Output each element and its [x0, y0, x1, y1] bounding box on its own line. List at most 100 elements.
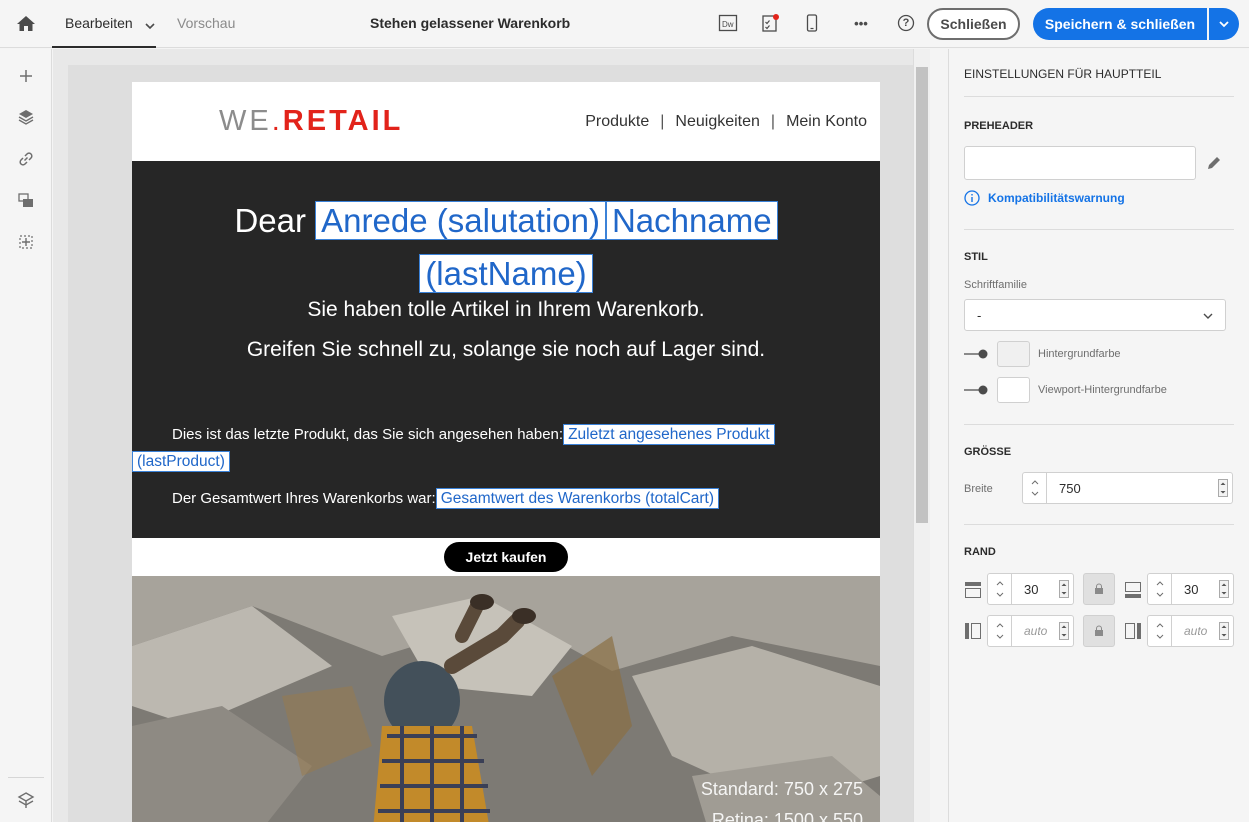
stepper-arrows[interactable] — [1148, 574, 1172, 604]
divider — [964, 96, 1234, 97]
lock-vertical-margins-icon[interactable] — [1083, 573, 1115, 605]
spin-buttons[interactable] — [1219, 622, 1229, 640]
last-product-text: Dies ist das letzte Produkt, das Sie sic… — [172, 426, 564, 443]
image-dimension-retina: Retina: 1500 x 550 — [711, 810, 863, 822]
width-stepper[interactable]: 750 — [1022, 472, 1233, 504]
viewport-background-label: Viewport-Hintergrundfarbe — [1038, 384, 1167, 396]
style-heading: STIL — [964, 251, 988, 263]
buy-now-button[interactable]: Jetzt kaufen — [444, 542, 568, 572]
lock-horizontal-margins-icon[interactable] — [1083, 615, 1115, 647]
link-icon[interactable] — [16, 149, 36, 169]
font-family-select[interactable]: - — [964, 299, 1226, 331]
background-color-swatch[interactable] — [997, 341, 1030, 367]
stepper-arrows[interactable] — [1148, 616, 1172, 646]
margin-left-icon — [965, 623, 981, 639]
add-icon[interactable] — [16, 66, 36, 86]
we-retail-logo: WE.RETAIL — [219, 105, 404, 137]
margin-right-stepper[interactable]: auto — [1147, 615, 1234, 647]
nav-separator: | — [770, 113, 776, 130]
nav-link-account[interactable]: Mein Konto — [786, 113, 867, 131]
email-body[interactable]: WE.RETAIL Produkte | Neuigkeiten | Mein … — [132, 82, 880, 822]
tab-preview[interactable]: Vorschau — [177, 15, 235, 31]
help-glyph: ? — [902, 17, 910, 29]
spin-buttons[interactable] — [1059, 622, 1069, 640]
home-icon[interactable] — [14, 12, 38, 36]
email-hero-section[interactable]: Dear Anrede (salutation) Nachname (lastNa… — [132, 161, 880, 538]
viewport-background-swatch[interactable] — [997, 377, 1030, 403]
cart-text-line-2[interactable]: Greifen Sie schnell zu, solange sie noch… — [132, 338, 880, 362]
top-bar: Bearbeiten Vorschau Stehen gelassener Wa… — [0, 0, 1249, 48]
email-header[interactable]: WE.RETAIL Produkte | Neuigkeiten | Mein … — [132, 82, 880, 161]
nav-link-news[interactable]: Neuigkeiten — [675, 113, 760, 131]
personalization-tag-last-product[interactable]: Zuletzt angesehenes Produkt — [563, 424, 775, 445]
margin-heading: RAND — [964, 546, 996, 558]
personalization-tag-total-cart[interactable]: Gesamtwert des Warenkorbs (totalCart) — [435, 488, 720, 509]
margin-bottom-icon — [1125, 582, 1141, 598]
stepper-arrows[interactable] — [988, 574, 1012, 604]
margin-bottom-value: 30 — [1184, 582, 1199, 597]
stepper-arrows[interactable] — [988, 616, 1012, 646]
left-rail — [0, 49, 52, 822]
nav-link-products[interactable]: Produkte — [585, 113, 649, 131]
margin-left-stepper[interactable]: auto — [987, 615, 1074, 647]
width-spin-buttons[interactable] — [1218, 479, 1228, 497]
email-nav: Produkte | Neuigkeiten | Mein Konto — [585, 113, 867, 131]
help-icon[interactable]: ? — [895, 12, 917, 34]
preheader-input[interactable] — [964, 146, 1196, 180]
background-color-toggle[interactable] — [964, 349, 988, 359]
margin-top-icon — [965, 582, 981, 598]
spin-buttons[interactable] — [1219, 580, 1229, 598]
personalization-tag-last-product-cont[interactable]: (lastProduct) — [132, 451, 230, 472]
more-icon[interactable]: ••• — [850, 12, 872, 34]
width-stepper-arrows[interactable] — [1023, 473, 1047, 503]
scrollbar-thumb[interactable] — [916, 67, 928, 523]
divider — [964, 229, 1234, 230]
close-button[interactable]: Schließen — [927, 8, 1020, 40]
email-canvas: WE.RETAIL Produkte | Neuigkeiten | Mein … — [53, 49, 930, 822]
personalization-tag-lastname[interactable]: Nachname — [605, 201, 778, 240]
page-title: Stehen gelassener Warenkorb — [370, 15, 571, 31]
chevron-down-icon — [1203, 313, 1213, 319]
margin-top-stepper[interactable]: 30 — [987, 573, 1074, 605]
dreamweaver-icon[interactable]: Dw — [717, 12, 739, 34]
chevron-down-icon[interactable] — [145, 18, 155, 30]
margin-bottom-stepper[interactable]: 30 — [1147, 573, 1234, 605]
total-cart-paragraph[interactable]: Der Gesamtwert Ihres Warenkorbs war: Gesa… — [172, 488, 720, 509]
save-and-close-button[interactable]: Speichern & schließen — [1033, 8, 1207, 40]
dw-label: Dw — [722, 20, 734, 29]
personalization-tag-lastname-cont[interactable]: (lastName) — [419, 254, 593, 293]
greeting-heading[interactable]: Dear Anrede (salutation) Nachname (lastNa… — [132, 194, 880, 300]
personalization-icon[interactable] — [16, 232, 36, 252]
divider — [964, 524, 1234, 525]
layers-icon[interactable] — [16, 107, 36, 127]
assets-icon[interactable] — [16, 190, 36, 210]
personalization-tag-salutation[interactable]: Anrede (salutation) — [315, 201, 606, 240]
info-icon — [964, 190, 980, 206]
canvas-scrollbar[interactable] — [913, 49, 930, 822]
layers-settings-icon[interactable] — [16, 790, 36, 810]
pencil-icon[interactable] — [1206, 155, 1222, 176]
tab-edit-label: Bearbeiten — [65, 15, 133, 31]
compatibility-warning-link[interactable]: Kompatibilitätswarnung — [964, 190, 1125, 206]
last-product-paragraph[interactable]: Dies ist das letzte Produkt, das Sie sic… — [132, 421, 880, 475]
margin-left-value: auto — [1024, 624, 1048, 638]
spin-buttons[interactable] — [1059, 580, 1069, 598]
greeting-prefix: Dear — [234, 202, 306, 239]
size-heading: GRÖSSE — [964, 446, 1012, 458]
email-designer-app: Bearbeiten Vorschau Stehen gelassener Wa… — [0, 0, 1249, 822]
viewport-background-toggle[interactable] — [964, 385, 988, 395]
tab-edit[interactable]: Bearbeiten — [52, 0, 156, 48]
nav-separator: | — [660, 113, 665, 130]
width-value: 750 — [1059, 481, 1081, 496]
canvas-frame: WE.RETAIL Produkte | Neuigkeiten | Mein … — [68, 65, 915, 822]
font-family-label: Schriftfamilie — [964, 279, 1027, 291]
checklist-icon[interactable] — [759, 12, 781, 34]
cart-text-line-1[interactable]: Sie haben tolle Artikel in Ihrem Warenko… — [132, 298, 880, 322]
save-options-button[interactable] — [1209, 8, 1239, 40]
mobile-preview-icon[interactable] — [801, 12, 823, 34]
font-family-value: - — [977, 308, 982, 323]
image-dimension-standard: Standard: 750 x 275 — [700, 779, 863, 799]
margin-right-value: auto — [1184, 624, 1208, 638]
total-cart-text: Der Gesamtwert Ihres Warenkorbs war: — [172, 490, 436, 507]
hero-image[interactable]: Standard: 750 x 275 Retina: 1500 x 550 — [132, 576, 880, 822]
